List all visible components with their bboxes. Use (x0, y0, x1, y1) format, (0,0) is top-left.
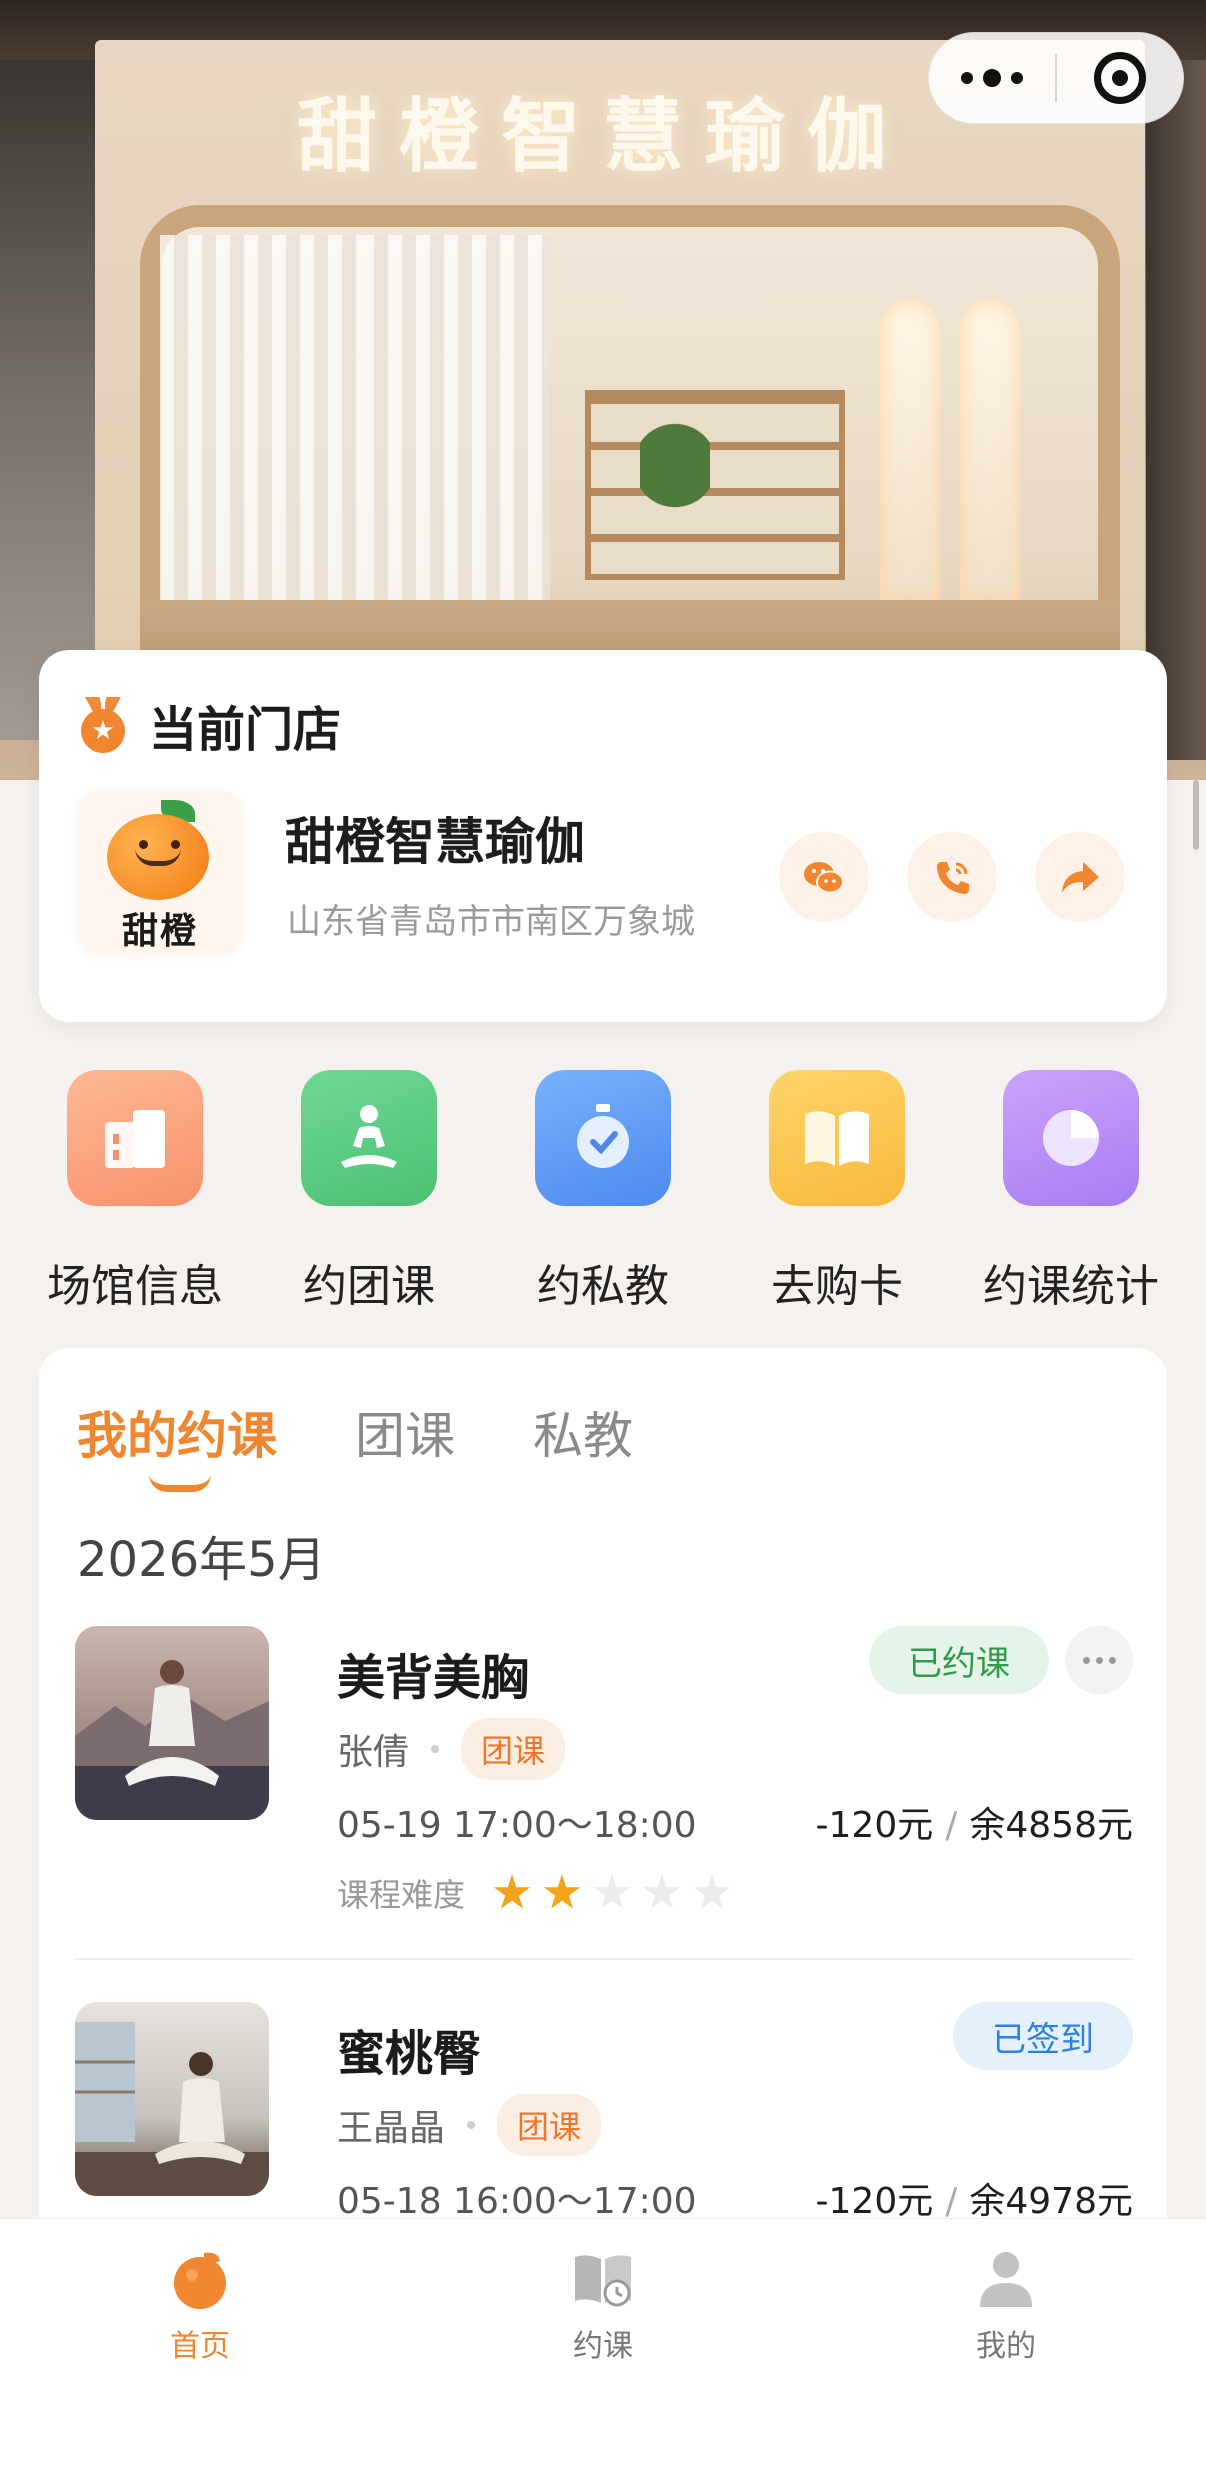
difficulty-stars (493, 1874, 731, 1912)
more-options-button[interactable] (1065, 1626, 1133, 1694)
banner-niche-2 (960, 300, 1020, 600)
store-address: 山东省青岛市市南区万象城 (287, 902, 695, 942)
dot-separator (467, 2121, 476, 2129)
booking-tabs: 我的约课 团课 私教 (77, 1396, 633, 1492)
star-filled-icon (543, 1874, 581, 1909)
wechat-icon (804, 862, 844, 894)
book-icon (769, 1070, 905, 1206)
wechat-button[interactable] (779, 832, 869, 922)
star-empty-icon (593, 1874, 631, 1909)
qa-label: 约课统计 (983, 1261, 1159, 1312)
class-cost: -120元 (815, 1805, 934, 1846)
coach-row: 张倩 团课 (337, 1718, 566, 1780)
status-badge-booked: 已约课 (869, 1626, 1049, 1694)
class-title: 美背美胸 (337, 1650, 530, 1706)
class-title: 蜜桃臀 (337, 2026, 482, 2082)
coach-row: 王晶晶 团课 (337, 2094, 602, 2156)
tab-private-coach[interactable]: 私教 (533, 1396, 633, 1468)
store-logo-text: 甜橙 (121, 911, 198, 952)
tab-label: 我的约课 (77, 1407, 277, 1465)
slash: / (945, 1805, 958, 1846)
star-filled-icon (493, 1874, 531, 1909)
tabbar-mine[interactable]: 我的 (906, 2247, 1106, 2365)
tab-my-bookings[interactable]: 我的约课 (77, 1396, 277, 1492)
class-type-tag: 团课 (461, 1718, 566, 1780)
tabbar-label: 首页 (170, 2329, 230, 2364)
store-name: 甜橙智慧瑜伽 (285, 813, 585, 871)
tabbar-label: 约课 (573, 2329, 633, 2364)
booking-item[interactable]: 美背美胸 已约课 张倩 团课 05-19 17:00～18:00 -120元 / 余… (75, 1626, 1133, 1926)
miniprogram-capsule (928, 32, 1184, 124)
qa-group-class[interactable]: 约团课 (252, 1070, 486, 1314)
qa-booking-stats[interactable]: 约课统计 (954, 1070, 1188, 1314)
qa-label: 去购卡 (771, 1261, 903, 1312)
store-section-header: ★ 当前门店 (79, 690, 341, 760)
month-heading: 2026年5月 (77, 1532, 326, 1588)
medal-icon: ★ (79, 697, 127, 753)
coach-name: 张倩 (337, 1732, 410, 1773)
store-section-title: 当前门店 (149, 702, 342, 758)
pie-chart-icon (1003, 1070, 1139, 1206)
tab-group-class[interactable]: 团课 (355, 1396, 455, 1468)
class-time: 05-19 17:00～18:00 (337, 1805, 697, 1846)
class-time: 05-18 16:00～17:00 (337, 2181, 697, 2222)
book-clock-icon (571, 2247, 635, 2311)
price-info: -120元 / 余4858元 (816, 1796, 1133, 1848)
status-badge-signed-in: 已签到 (953, 2002, 1133, 2070)
tabbar-home[interactable]: 首页 (100, 2247, 300, 2365)
tabbar-label: 我的 (976, 2329, 1036, 2364)
tab-label: 团课 (355, 1407, 455, 1465)
remaining-balance: 余4858元 (969, 1805, 1133, 1846)
store-logo: 甜橙 (77, 790, 243, 954)
qa-private-coach[interactable]: 约私教 (486, 1070, 720, 1314)
price-info: -120元 / 余4978元 (816, 2172, 1133, 2224)
remaining-balance: 余4978元 (969, 2181, 1133, 2222)
phone-icon (937, 862, 969, 894)
star-empty-icon (693, 1874, 731, 1909)
slash: / (945, 2181, 958, 2222)
item-divider (75, 1958, 1133, 1960)
active-tab-indicator (149, 1474, 211, 1492)
stopwatch-icon (535, 1070, 671, 1206)
qa-label: 约团课 (303, 1261, 435, 1312)
share-arrow-icon (1062, 862, 1099, 893)
qa-venue-info[interactable]: 场馆信息 (18, 1070, 252, 1314)
banner-niche-1 (880, 300, 940, 600)
star-empty-icon (643, 1874, 681, 1909)
tab-label: 私教 (533, 1407, 633, 1465)
difficulty-label: 课程难度 (337, 1876, 466, 1914)
person-icon (974, 2247, 1038, 2311)
tabbar-booking[interactable]: 约课 (503, 2247, 703, 2365)
more-menu-button[interactable] (929, 33, 1055, 123)
close-miniprogram-button[interactable] (1057, 33, 1183, 123)
more-dots-icon (961, 69, 1023, 87)
orange-icon (168, 2247, 232, 2311)
my-bookings-card: 我的约课 团课 私教 2026年5月 美背美胸 已约课 张倩 团课 05-19 … (39, 1348, 1167, 2348)
dot-separator (431, 1745, 440, 1753)
current-store-card: ★ 当前门店 甜橙 甜橙智慧瑜伽 山东省青岛市市南区万象城 (39, 650, 1167, 1022)
qa-label: 场馆信息 (47, 1261, 223, 1312)
quick-actions: 场馆信息 约团课 约私教 去购卡 约课统计 (0, 1070, 1206, 1320)
banner-shelf (585, 390, 845, 580)
class-type-tag: 团课 (497, 2094, 602, 2156)
class-cost: -120元 (815, 2181, 934, 2222)
class-thumbnail (75, 1626, 269, 1820)
banner-plant (640, 420, 710, 550)
target-icon (1094, 52, 1146, 104)
call-button[interactable] (907, 832, 997, 922)
qa-buy-card[interactable]: 去购卡 (720, 1070, 954, 1314)
difficulty-row: 课程难度 (337, 1870, 731, 1916)
scroll-indicator[interactable] (1193, 780, 1199, 850)
coach-name: 王晶晶 (337, 2108, 446, 2149)
class-thumbnail (75, 2002, 269, 2196)
share-button[interactable] (1035, 832, 1125, 922)
building-icon (67, 1070, 203, 1206)
qa-label: 约私教 (537, 1261, 669, 1312)
meditation-icon (301, 1070, 437, 1206)
bottom-tab-bar: 首页 约课 我的 (0, 2218, 1206, 2466)
